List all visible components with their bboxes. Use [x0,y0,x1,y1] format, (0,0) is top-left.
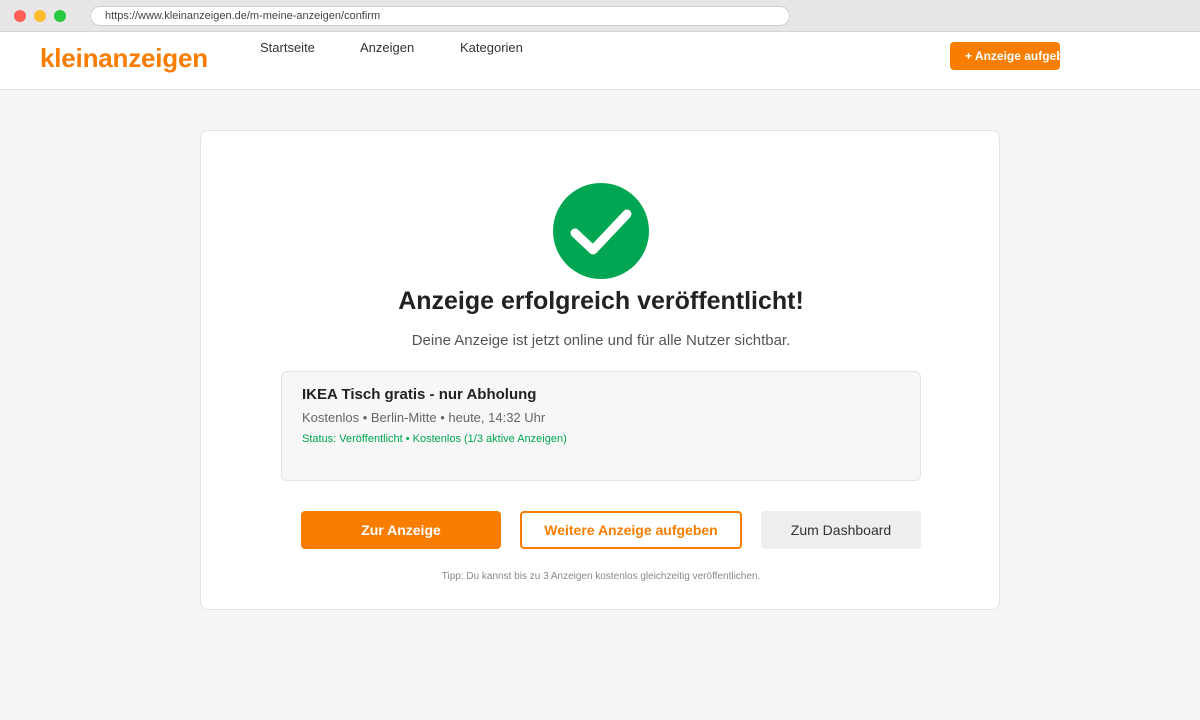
browser-chrome: https://www.kleinanzeigen.de/m-meine-anz… [0,0,1200,32]
post-ad-button[interactable]: + Anzeige aufgeben [950,42,1060,70]
tip-text: Tipp: Du kannst bis zu 3 Anzeigen kosten… [441,571,761,582]
confirmation-card: Anzeige erfolgreich veröffentlicht! Dein… [200,130,1000,610]
confirmation-title: Anzeige erfolgreich veröffentlicht! [398,287,804,315]
checkmark-circle-icon [553,183,649,279]
window-close-dot[interactable] [14,10,26,22]
confirmation-subtitle: Deine Anzeige ist jetzt online und für a… [411,332,791,349]
nav-anzeigen[interactable]: Anzeigen [360,40,414,55]
nav-startseite[interactable]: Startseite [260,40,315,55]
site-header: kleinanzeigen Startseite Anzeigen Katego… [0,32,1200,90]
window-minimize-dot[interactable] [34,10,46,22]
nav-kategorien[interactable]: Kategorien [460,40,523,55]
view-ad-button[interactable]: Zur Anzeige [301,511,501,549]
ad-summary: IKEA Tisch gratis - nur Abholung Kostenl… [281,371,921,481]
ad-status: Status: Veröffentlicht • Kostenlos (1/3 … [302,433,567,445]
site-logo[interactable]: kleinanzeigen [40,43,208,74]
address-bar[interactable]: https://www.kleinanzeigen.de/m-meine-anz… [90,6,790,26]
post-another-ad-button[interactable]: Weitere Anzeige aufgeben [520,511,742,549]
window-maximize-dot[interactable] [54,10,66,22]
dashboard-button[interactable]: Zum Dashboard [761,511,921,549]
ad-meta: Kostenlos • Berlin-Mitte • heute, 14:32 … [302,410,546,425]
ad-title: IKEA Tisch gratis - nur Abholung [302,386,537,403]
